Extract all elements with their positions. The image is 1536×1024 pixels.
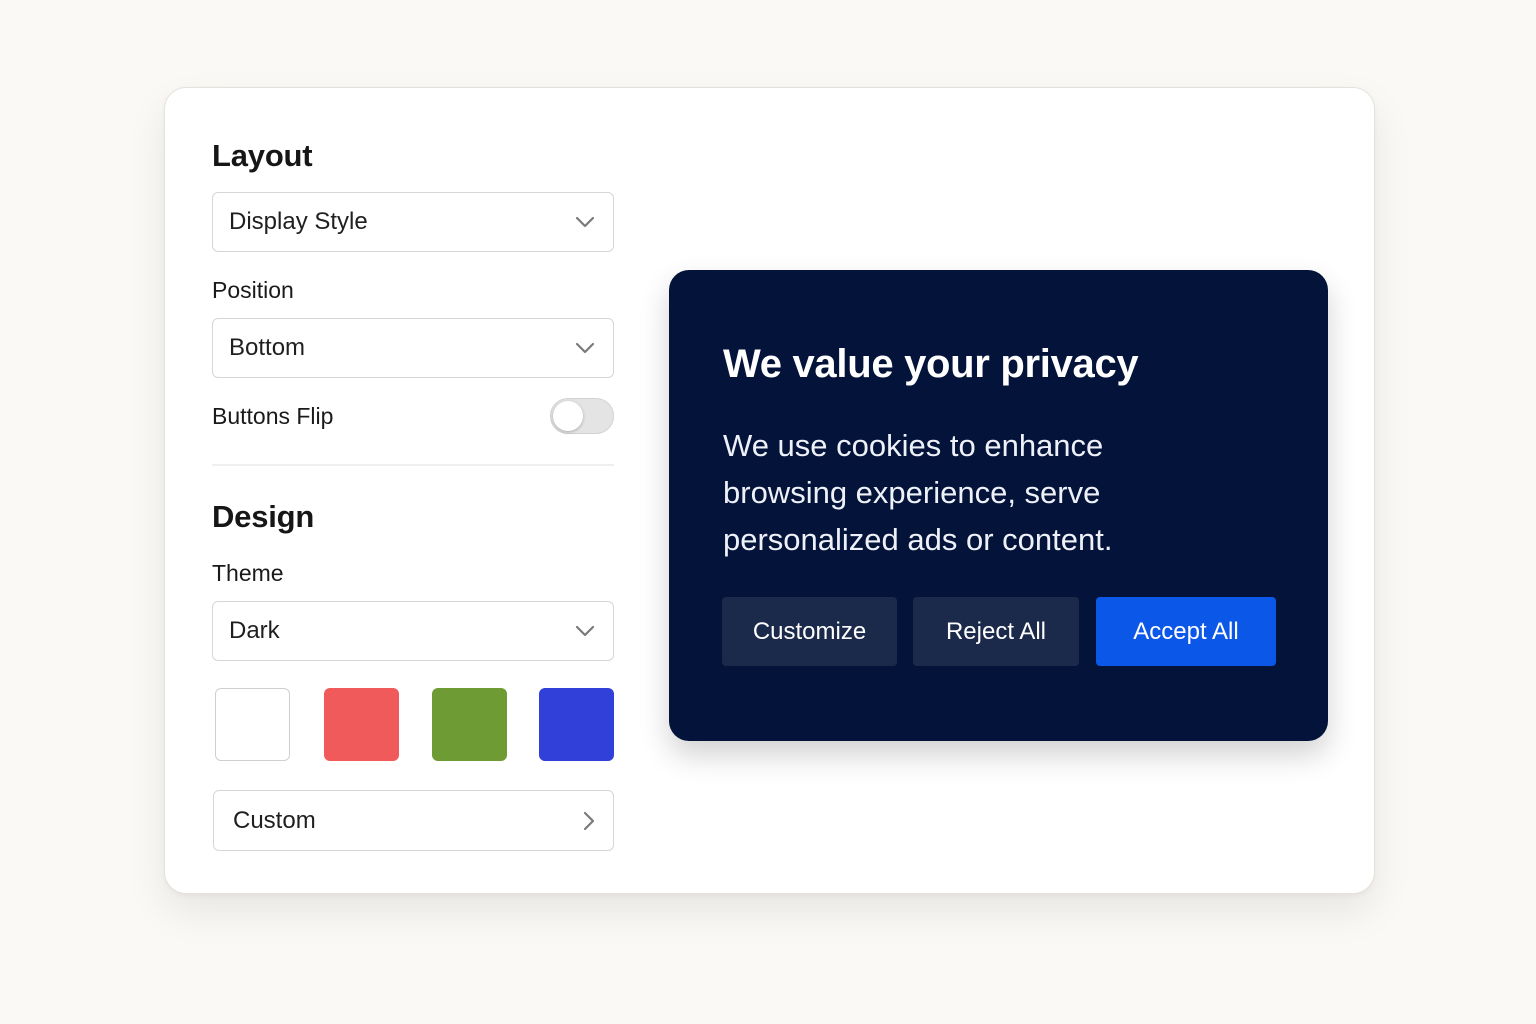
accept-all-button[interactable]: Accept All: [1096, 597, 1276, 666]
buttons-flip-label: Buttons Flip: [212, 403, 334, 429]
position-select[interactable]: Bottom: [212, 318, 614, 378]
chevron-down-icon: [575, 216, 595, 228]
chevron-down-icon: [575, 342, 595, 354]
custom-label: Custom: [233, 806, 316, 834]
toggle-knob: [553, 401, 583, 431]
design-section-title: Design: [212, 499, 315, 534]
color-swatch-red[interactable]: [324, 688, 399, 761]
chevron-down-icon: [575, 625, 595, 637]
chevron-right-icon: [583, 811, 595, 830]
banner-text: We use cookies to enhance browsing exper…: [723, 428, 1113, 557]
reject-all-button[interactable]: Reject All: [913, 597, 1079, 666]
display-style-select[interactable]: Display Style: [212, 192, 614, 252]
display-style-value: Display Style: [229, 208, 368, 235]
section-divider: [212, 464, 614, 466]
position-label: Position: [212, 277, 294, 303]
position-value: Bottom: [229, 334, 306, 361]
buttons-flip-toggle[interactable]: [550, 398, 614, 434]
theme-select[interactable]: Dark: [212, 601, 614, 661]
custom-color-button[interactable]: Custom: [213, 790, 614, 851]
theme-value: Dark: [229, 617, 280, 644]
settings-card: Layout Display Style Position Bottom But…: [164, 87, 1375, 894]
color-swatch-green[interactable]: [432, 688, 507, 761]
layout-section-title: Layout: [212, 138, 313, 173]
color-swatch-blue[interactable]: [539, 688, 614, 761]
banner-title: We value your privacy: [723, 342, 1139, 386]
customize-button[interactable]: Customize: [722, 597, 897, 666]
color-swatch-white[interactable]: [215, 688, 290, 761]
theme-label: Theme: [212, 560, 284, 586]
cookie-banner-preview: We value your privacy We use cookies to …: [669, 270, 1328, 741]
